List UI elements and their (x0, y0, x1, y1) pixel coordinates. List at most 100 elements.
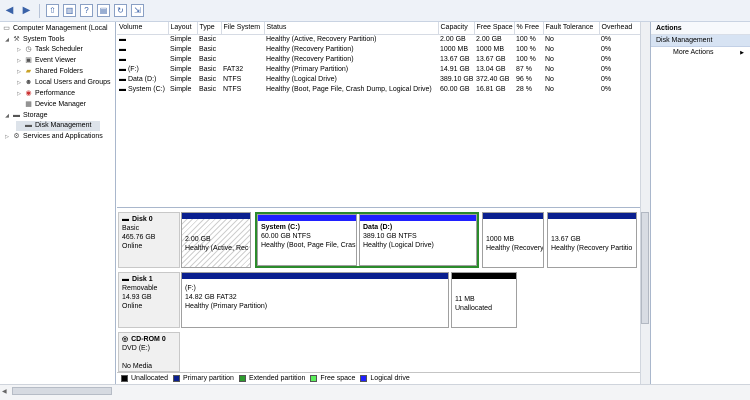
tree-item-computer-management[interactable]: ▭ Computer Management (Local (2, 24, 107, 34)
column-header-fault-tolerance[interactable]: Fault Tolerance (543, 22, 600, 35)
table-row[interactable]: ▬ Simple Basic Healthy (Active, Recovery… (117, 34, 650, 44)
percent-free-cell: 28 % (516, 85, 532, 93)
volume-icon: ▬ (119, 85, 128, 93)
navigation-tree: ▭ Computer Management (Local ◢ ⚒ System Too… (0, 22, 116, 384)
partition-f[interactable]: (F:) 14.82 GB FAT32 Healthy (Primary Par… (181, 272, 449, 328)
free-space-swatch (310, 375, 318, 382)
free-space-cell: 13.04 GB (476, 65, 506, 73)
column-header-status[interactable]: Status (264, 22, 439, 35)
partition-status: Healthy (Primary Partition) (185, 303, 268, 310)
partition-body: Data (D:) 389.10 GB NTFS Healthy (Logica… (360, 221, 476, 252)
partition-title: (F:) (185, 285, 196, 292)
tree-item-shared-folders[interactable]: ▷ ▰ Shared Folders (16, 67, 83, 77)
tree-item-performance[interactable]: ▷ ◉ Performance (16, 89, 75, 99)
column-header-capacity[interactable]: Capacity (438, 22, 475, 35)
volume-icon: ▬ (119, 75, 128, 83)
disk-status: Online (122, 303, 143, 310)
expand-icon[interactable]: ▷ (16, 67, 22, 77)
folder-icon: ▰ (25, 68, 32, 75)
collapse-icon[interactable]: ◢ (4, 111, 10, 121)
disk-1-label[interactable]: ▬ Disk 1 Removable 14.93 GB Online (118, 272, 180, 328)
column-header-type[interactable]: Type (197, 22, 222, 35)
column-header-free-space[interactable]: Free Space (474, 22, 515, 35)
layout-cell: Simple (170, 75, 192, 83)
status-cell: Healthy (Logical Drive) (266, 75, 337, 83)
table-row[interactable]: ▬ Simple Basic Healthy (Recovery Partiti… (117, 54, 650, 64)
column-header-percent-free[interactable]: % Free (514, 22, 544, 35)
actions-section-disk-management[interactable]: Disk Management (651, 35, 750, 47)
volume-name: (F:) (127, 65, 139, 73)
export-icon[interactable]: ⇲ (131, 4, 144, 17)
properties-icon[interactable]: ▤ (97, 4, 110, 17)
volume-name: Data (D:) (127, 75, 157, 83)
table-row[interactable]: ▬ Data (D:) Simple Basic NTFS Healthy (L… (117, 74, 650, 84)
partition-unallocated[interactable]: 11 MB Unallocated (451, 272, 517, 328)
fault-tolerance-cell: No (545, 75, 554, 83)
tree-item-storage[interactable]: ◢ ▬ Storage (4, 111, 47, 121)
disk-0-label[interactable]: ▬ Disk 0 Basic 465.76 GB Online (118, 212, 180, 268)
tree-item-local-users[interactable]: ▷ ☻ Local Users and Groups (16, 78, 110, 88)
partition-data-d[interactable]: Data (D:) 389.10 GB NTFS Healthy (Logica… (359, 214, 477, 266)
up-folder-icon[interactable]: ⇧ (46, 4, 59, 17)
refresh-icon[interactable]: ↻ (114, 4, 127, 17)
partition-status: Healthy (Active, Rec (185, 245, 249, 252)
expand-icon[interactable]: ▷ (4, 132, 10, 142)
expand-icon[interactable]: ▷ (16, 89, 22, 99)
table-row[interactable]: ▬ Simple Basic Healthy (Recovery Partiti… (117, 44, 650, 54)
forward-icon[interactable]: ▶ (20, 4, 33, 17)
tree-item-services-applications[interactable]: ▷ ⚙ Services and Applications (4, 132, 103, 142)
vertical-scrollbar-thumb[interactable] (641, 212, 649, 324)
more-actions-item[interactable]: More Actions (651, 47, 750, 59)
expand-icon[interactable]: ▷ (16, 78, 22, 88)
column-header-volume[interactable]: Volume (117, 22, 169, 35)
partition-size: 11 MB (455, 296, 475, 303)
tree-item-disk-management[interactable]: ▬ Disk Management (16, 121, 100, 131)
help-icon[interactable]: ? (80, 4, 93, 17)
actions-pane: Actions Disk Management More Actions (650, 22, 750, 384)
partition-system-c[interactable]: System (C:) 60.00 GB NTFS Healthy (Boot,… (257, 214, 357, 266)
collapse-icon[interactable]: ◢ (4, 35, 10, 45)
partition-active-recovery[interactable]: 2.00 GB Healthy (Active, Rec (181, 212, 251, 268)
table-header-row: Volume Layout Type File System Status Ca… (117, 22, 651, 35)
tree-item-label: Local Users and Groups (35, 79, 111, 86)
tree-item-device-manager[interactable]: ▦ Device Manager (16, 100, 86, 110)
back-icon[interactable]: ◀ (3, 4, 16, 17)
horizontal-scrollbar[interactable]: ◀ ▶ (0, 384, 750, 400)
status-cell: Healthy (Active, Recovery Partition) (266, 35, 377, 43)
expand-icon[interactable]: ▷ (16, 45, 22, 55)
legend-label: Primary partition (182, 375, 234, 382)
device-icon: ▦ (25, 101, 32, 108)
volume-cell: ▬ Data (D:) (117, 74, 168, 84)
tree-item-event-viewer[interactable]: ▷ ▣ Event Viewer (16, 56, 76, 66)
disk-type: Basic (122, 225, 140, 232)
vertical-scrollbar[interactable] (640, 22, 650, 384)
partition-body: System (C:) 60.00 GB NTFS Healthy (Boot,… (258, 221, 356, 252)
horizontal-scrollbar-thumb[interactable] (12, 387, 112, 395)
event-icon: ▣ (25, 57, 32, 64)
partition-recovery-13gb[interactable]: 13.67 GB Healthy (Recovery Partitio (547, 212, 637, 268)
show-hide-tree-icon[interactable]: ▥ (63, 4, 76, 17)
fault-tolerance-cell: No (545, 55, 554, 63)
capacity-cell: 13.67 GB (440, 55, 470, 63)
volume-icon: ▬ (119, 55, 126, 63)
tree-item-system-tools[interactable]: ◢ ⚒ System Tools (4, 35, 64, 45)
partition-recovery-1000mb[interactable]: 1000 MB Healthy (Recovery (482, 212, 544, 268)
media-status: No Media (122, 363, 152, 370)
tree-item-task-scheduler[interactable]: ▷ ◷ Task Scheduler (16, 45, 83, 55)
file-system-cell: NTFS (223, 75, 242, 83)
table-row[interactable]: ▬ (F:) Simple Basic FAT32 Healthy (Prima… (117, 64, 650, 74)
percent-free-cell: 96 % (516, 75, 532, 83)
volume-name: System (C:) (127, 85, 165, 93)
expand-icon[interactable]: ▷ (16, 56, 22, 66)
scroll-left-icon[interactable]: ◀ (2, 388, 7, 395)
column-header-file-system[interactable]: File System (221, 22, 265, 35)
type-cell: Basic (199, 85, 217, 93)
cdrom-0-label[interactable]: ◎ CD-ROM 0 DVD (E:) No Media (118, 332, 180, 372)
partition-title: System (C:) (261, 224, 300, 231)
free-space-cell: 2.00 GB (476, 35, 502, 43)
disk-type: Removable (122, 285, 158, 292)
table-row[interactable]: ▬ System (C:) Simple Basic NTFS Healthy … (117, 84, 650, 94)
percent-free-cell: 100 % (516, 35, 536, 43)
tree-item-label: Task Scheduler (35, 46, 83, 53)
column-header-layout[interactable]: Layout (168, 22, 198, 35)
